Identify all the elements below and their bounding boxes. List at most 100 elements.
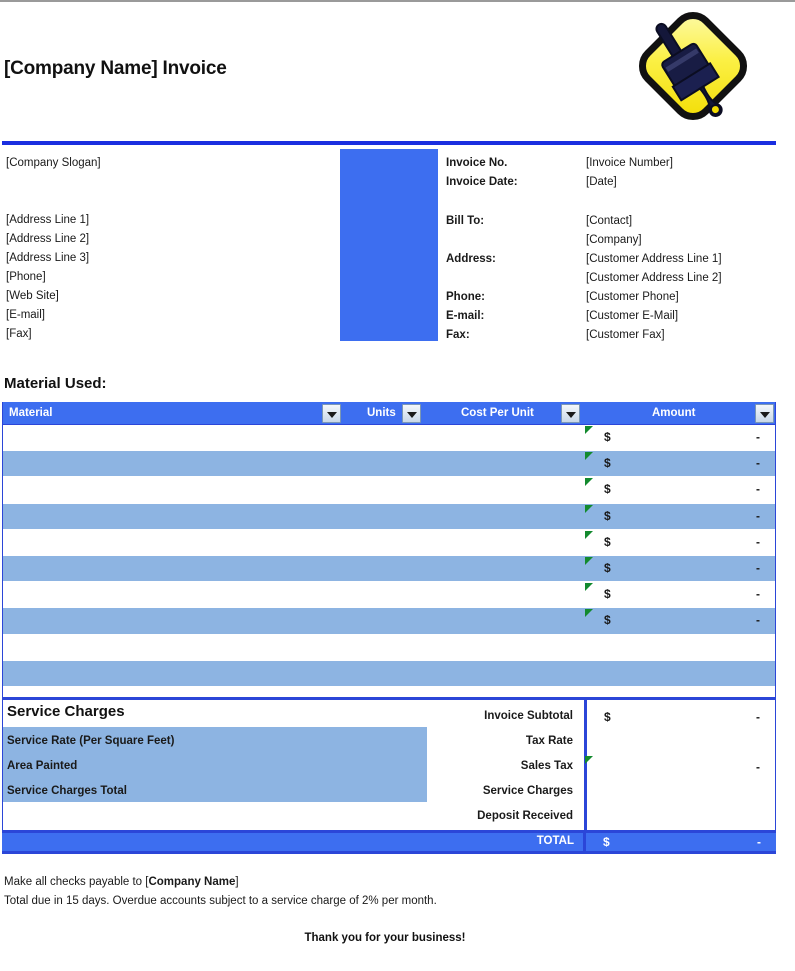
customer-email-value: [Customer E-Mail] bbox=[586, 310, 679, 322]
company-address-2: [Address Line 2] bbox=[6, 233, 90, 245]
customer-fax-label: Fax: bbox=[446, 329, 470, 341]
table-row[interactable] bbox=[3, 634, 775, 661]
sales-tax-value: - bbox=[756, 760, 760, 774]
company-address-1: [Address Line 1] bbox=[6, 214, 90, 226]
row-amount-currency: $ bbox=[604, 482, 611, 497]
row-amount-value: - bbox=[756, 560, 760, 575]
row-amount-currency: $ bbox=[604, 456, 611, 471]
service-charges-panel: Service Charges Service Rate (Per Square… bbox=[2, 700, 776, 830]
payable-prefix: Make all checks payable to [ bbox=[4, 876, 149, 888]
grand-total-bar: TOTAL $ - bbox=[2, 830, 776, 854]
customer-info-block: Invoice No. [Invoice Number] Invoice Dat… bbox=[438, 149, 776, 341]
invoice-no-value: [Invoice Number] bbox=[586, 157, 673, 169]
error-flag-icon bbox=[585, 609, 593, 618]
customer-email-label: E-mail: bbox=[446, 310, 485, 322]
area-painted-label: Area Painted bbox=[7, 760, 78, 772]
row-amount-value: - bbox=[756, 456, 760, 471]
filter-dropdown-units-icon[interactable] bbox=[402, 404, 421, 423]
payable-suffix: ] bbox=[235, 876, 239, 888]
row-amount-currency: $ bbox=[604, 534, 611, 549]
customer-address-2: [Customer Address Line 2] bbox=[586, 272, 722, 284]
service-charges-total-label: Service Charges Total bbox=[7, 785, 127, 797]
error-flag-icon bbox=[585, 530, 593, 539]
material-table: Material Units Cost Per Unit Amount $ - $ -… bbox=[2, 402, 776, 714]
row-amount-currency: $ bbox=[604, 587, 611, 602]
grand-total-value: - bbox=[757, 835, 761, 849]
sales-tax-label: Sales Tax bbox=[520, 760, 573, 772]
company-phone: [Phone] bbox=[6, 271, 46, 283]
company-info-block: [Company Slogan] [Address Line 1] [Addre… bbox=[2, 149, 340, 341]
service-charges-heading: Service Charges bbox=[7, 703, 125, 720]
error-flag-icon bbox=[585, 452, 593, 461]
error-flag-icon bbox=[585, 504, 593, 513]
invoice-date-label: Invoice Date: bbox=[446, 176, 518, 188]
row-amount-value: - bbox=[756, 613, 760, 628]
column-header-cost-per-unit[interactable]: Cost Per Unit bbox=[461, 402, 534, 424]
company-website: [Web Site] bbox=[6, 290, 59, 302]
table-row[interactable]: $ - bbox=[3, 555, 775, 583]
service-charges-label: Service Charges bbox=[482, 785, 573, 797]
table-row[interactable]: $ - bbox=[3, 503, 775, 530]
row-amount-value: - bbox=[756, 430, 760, 444]
service-rate-label: Service Rate (Per Square Feet) bbox=[7, 735, 175, 747]
filter-dropdown-material-icon[interactable] bbox=[322, 404, 341, 423]
table-row[interactable]: $ - bbox=[3, 582, 775, 609]
page-title: [Company Name] Invoice bbox=[4, 58, 227, 79]
invoice-subtotal-label: Invoice Subtotal bbox=[484, 710, 573, 722]
company-slogan: [Company Slogan] bbox=[6, 157, 101, 169]
table-row[interactable]: $ - bbox=[3, 425, 775, 452]
invoice-header: [Company Name] Invoice bbox=[0, 0, 795, 140]
paintbrush-diamond-logo-icon bbox=[628, 2, 758, 130]
row-amount-value: - bbox=[756, 534, 760, 549]
material-used-heading: Material Used: bbox=[4, 375, 107, 392]
company-address-3: [Address Line 3] bbox=[6, 252, 90, 264]
total-bar-divider bbox=[583, 833, 586, 851]
bill-to-contact: [Contact] bbox=[586, 215, 633, 227]
material-table-header-row: Material Units Cost Per Unit Amount bbox=[3, 402, 775, 425]
payment-terms-line: Total due in 15 days. Overdue accounts s… bbox=[4, 895, 437, 907]
invoice-info-band: [Company Slogan] [Address Line 1] [Addre… bbox=[2, 141, 776, 341]
column-header-amount[interactable]: Amount bbox=[652, 402, 695, 424]
company-email: [E-mail] bbox=[6, 309, 45, 321]
invoice-date-value: [Date] bbox=[586, 176, 617, 188]
error-flag-icon bbox=[585, 583, 593, 592]
column-header-units[interactable]: Units bbox=[367, 402, 396, 424]
row-amount-value: - bbox=[756, 482, 760, 497]
row-amount-currency: $ bbox=[604, 613, 611, 628]
row-amount-currency: $ bbox=[604, 430, 611, 444]
customer-fax-value: [Customer Fax] bbox=[586, 329, 665, 341]
customer-phone-label: Phone: bbox=[446, 291, 485, 303]
row-amount-currency: $ bbox=[604, 560, 611, 575]
error-flag-icon bbox=[585, 556, 593, 565]
deposit-received-label: Deposit Received bbox=[477, 810, 573, 822]
table-row[interactable]: $ - bbox=[3, 477, 775, 504]
table-row[interactable]: $ - bbox=[3, 529, 775, 556]
table-row[interactable]: $ - bbox=[3, 608, 775, 635]
error-flag-sales-tax-icon bbox=[585, 756, 593, 764]
customer-phone-value: [Customer Phone] bbox=[586, 291, 679, 303]
table-row[interactable] bbox=[3, 660, 775, 687]
tax-rate-label: Tax Rate bbox=[525, 735, 573, 747]
error-flag-icon bbox=[585, 426, 593, 434]
row-amount-value: - bbox=[756, 587, 760, 602]
totals-vertical-divider bbox=[584, 700, 587, 830]
payable-to-line: Make all checks payable to [Company Name… bbox=[4, 876, 239, 888]
company-fax: [Fax] bbox=[6, 328, 32, 340]
invoice-subtotal-currency: $ bbox=[604, 710, 611, 724]
customer-address-label: Address: bbox=[446, 253, 496, 265]
invoice-no-label: Invoice No. bbox=[446, 157, 508, 169]
customer-address-1: [Customer Address Line 1] bbox=[586, 253, 722, 265]
row-amount-value: - bbox=[756, 508, 760, 523]
table-row[interactable]: $ - bbox=[3, 451, 775, 478]
row-amount-currency: $ bbox=[604, 508, 611, 523]
bill-to-label: Bill To: bbox=[446, 215, 485, 227]
info-blue-divider bbox=[340, 149, 438, 341]
error-flag-icon bbox=[585, 478, 593, 487]
bill-to-company: [Company] bbox=[586, 234, 642, 246]
grand-total-currency: $ bbox=[603, 835, 610, 849]
payable-company: Company Name bbox=[148, 876, 236, 888]
thank-you-message: Thank you for your business! bbox=[304, 932, 466, 944]
filter-dropdown-amount-icon[interactable] bbox=[755, 404, 774, 423]
column-header-material[interactable]: Material bbox=[9, 402, 52, 424]
filter-dropdown-cost-icon[interactable] bbox=[561, 404, 580, 423]
